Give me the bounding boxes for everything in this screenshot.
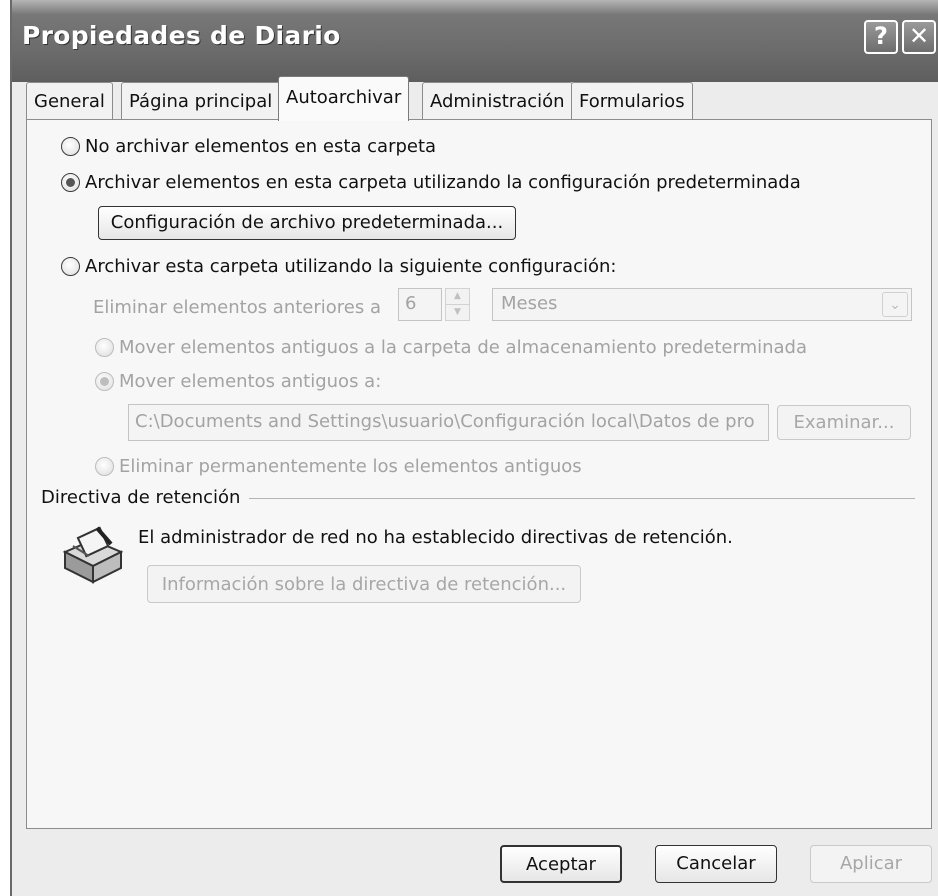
properties-dialog: Propiedades de Diario ? ✕ General Página… — [10, 0, 938, 896]
radio-move-default-folder[interactable]: Mover elementos antiguos a la carpeta de… — [95, 337, 807, 358]
radio-delete-permanently-control[interactable] — [95, 457, 114, 476]
tab-autoarchivar[interactable]: Autoarchivar — [278, 76, 410, 121]
default-archive-settings-button[interactable]: Configuración de archivo predeterminada.… — [98, 206, 516, 240]
radio-archive-custom-label: Archivar esta carpeta utilizando la sigu… — [85, 256, 617, 277]
ok-button[interactable]: Aceptar — [500, 845, 622, 883]
age-unit-value: Meses — [501, 293, 558, 314]
autoarchive-panel: No archivar elementos en esta carpeta Ar… — [26, 119, 932, 829]
age-unit-select[interactable]: Meses ⌄ — [492, 288, 912, 321]
radio-no-archive-label: No archivar elementos en esta carpeta — [85, 136, 437, 157]
radio-no-archive-control[interactable] — [61, 137, 80, 156]
help-button[interactable]: ? — [864, 20, 898, 54]
radio-archive-custom[interactable]: Archivar esta carpeta utilizando la sigu… — [61, 256, 616, 277]
radio-archive-default-label: Archivar elementos en esta carpeta utili… — [85, 172, 801, 193]
radio-move-default-folder-label: Mover elementos antiguos a la carpeta de… — [119, 337, 807, 358]
age-spin-down-button[interactable]: ▼ — [445, 304, 470, 321]
delete-older-label: Eliminar elementos anteriores a — [93, 297, 381, 318]
window-title: Propiedades de Diario — [22, 21, 341, 50]
radio-move-default-folder-control[interactable] — [95, 338, 114, 357]
tab-administracion[interactable]: Administración — [422, 82, 573, 120]
radio-delete-permanently[interactable]: Eliminar permanentemente los elementos a… — [95, 456, 582, 477]
radio-delete-permanently-label: Eliminar permanentemente los elementos a… — [119, 456, 582, 477]
chevron-down-icon[interactable]: ⌄ — [882, 292, 908, 317]
retention-section-title: Directiva de retención — [41, 487, 241, 508]
radio-move-to-label: Mover elementos antiguos a: — [119, 371, 382, 392]
radio-archive-custom-control[interactable] — [61, 257, 80, 276]
radio-archive-default-control[interactable] — [61, 173, 80, 192]
title-bar[interactable]: Propiedades de Diario ? ✕ — [12, 0, 938, 82]
radio-no-archive[interactable]: No archivar elementos en esta carpeta — [61, 136, 436, 157]
close-button[interactable]: ✕ — [902, 20, 936, 54]
browse-button[interactable]: Examinar... — [777, 405, 911, 440]
radio-archive-default[interactable]: Archivar elementos en esta carpeta utili… — [61, 172, 801, 193]
retention-info-button[interactable]: Información sobre la directiva de retenc… — [147, 565, 581, 603]
cancel-button[interactable]: Cancelar — [655, 845, 777, 883]
tab-pagina-principal[interactable]: Página principal — [121, 82, 281, 120]
apply-button[interactable]: Aplicar — [810, 845, 932, 883]
tab-general[interactable]: General — [26, 82, 113, 120]
age-input[interactable]: 6 — [398, 288, 442, 321]
tab-formularios[interactable]: Formularios — [571, 82, 693, 120]
radio-move-to[interactable]: Mover elementos antiguos a: — [95, 371, 381, 392]
archive-path-field[interactable]: C:\Documents and Settings\usuario\Config… — [128, 404, 769, 441]
age-spin-up-button[interactable]: ▲ — [445, 288, 470, 305]
retention-message: El administrador de red no ha establecid… — [138, 527, 733, 548]
retention-policy-icon — [59, 522, 125, 586]
radio-move-to-control[interactable] — [95, 372, 114, 391]
retention-divider — [249, 498, 915, 499]
